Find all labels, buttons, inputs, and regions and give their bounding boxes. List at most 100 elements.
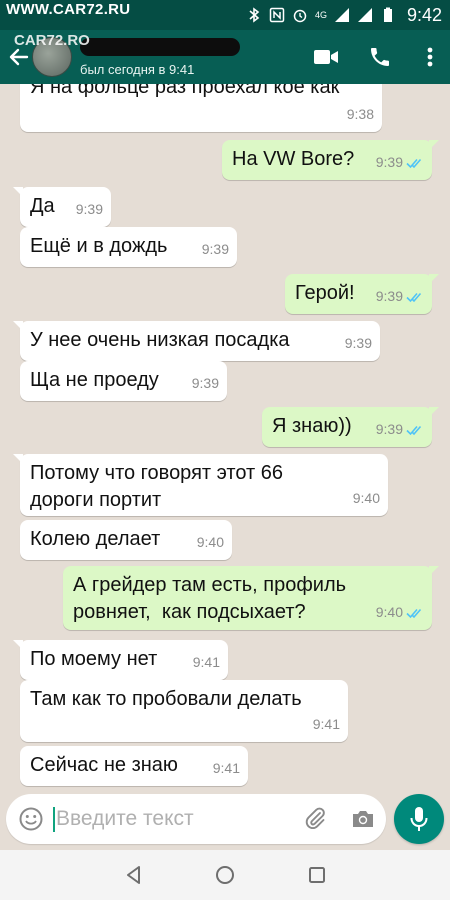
watermark-logo: CAR72.RO [14,32,90,49]
message-in[interactable]: Колею делает 9:40 [20,520,232,560]
android-nav-bar [0,850,450,900]
message-time: 9:38 [346,106,374,122]
message-meta: 9:39 [76,196,103,223]
message-time: 9:40 [196,534,224,550]
message-in[interactable]: Потому что говорят этот 66 дороги портит… [13,454,388,516]
chat-header: CAR72.RO был сегодня в 9:41 [0,30,450,84]
bubble-tail [429,140,439,150]
message-input-container[interactable] [6,794,386,844]
message-time: 9:39 [375,288,403,304]
contact-name-redacted[interactable] [80,38,240,56]
message-text: У нее очень низкая посадка [30,329,290,351]
mic-button[interactable] [394,794,444,844]
message-meta: 9:39 [376,149,424,176]
message-text: Я на фольце раз проехал кое как [30,84,340,98]
message-time: 9:39 [344,335,372,351]
message-time: 9:39 [375,154,403,170]
message-in[interactable]: Я на фольце раз проехал кое как 9:38 [20,84,382,132]
message-meta: 9:39 [192,370,219,397]
nav-back-icon[interactable] [122,863,146,887]
message-text: Герой! [295,282,355,304]
watermark: WWW.CAR72.RU [6,1,131,18]
message-text: Да [30,195,55,217]
alarm-icon [292,7,308,23]
message-meta: 9:40 [376,599,424,626]
message-text: По моему нет [30,648,158,670]
bubble-tail [429,566,439,576]
emoji-icon[interactable] [18,806,44,832]
bubble-tail [13,454,23,464]
signal-icon [334,7,350,23]
bluetooth-icon [246,7,262,23]
signal-2-icon [357,7,373,23]
status-icons: 4G 9:42 [246,4,442,26]
message-time: 9:41 [312,716,340,732]
message-input[interactable] [56,804,296,834]
message-meta: 9:40 [353,485,380,512]
message-time: 9:39 [75,201,103,217]
message-text: Ещё и в дождь [30,235,168,257]
network-icon: 4G [314,10,327,20]
status-bar: WWW.CAR72.RU 4G 9:42 [0,0,450,30]
message-meta: 9:39 [202,236,229,263]
bubble-tail [429,407,439,417]
message-in[interactable]: Там как то пробовали делать 9:41 [20,680,348,742]
read-ticks-icon [406,608,422,618]
camera-icon[interactable] [350,806,376,832]
bubble-tail [13,187,23,197]
message-text: А грейдер там есть, профиль ровняет, как… [73,574,347,623]
message-time: 9:40 [375,604,403,620]
attach-icon[interactable] [303,806,329,832]
message-in[interactable]: Сейчас не знаю 9:41 [20,746,248,786]
message-meta: 9:39 [376,283,424,310]
message-out[interactable]: На VW Bore? 9:39 [222,140,439,180]
message-time: 9:40 [352,490,380,506]
nav-home-icon[interactable] [213,863,237,887]
phone-icon[interactable] [366,43,394,71]
message-time: 9:39 [191,375,219,391]
message-meta: 9:39 [345,330,372,357]
bubble-tail [13,640,23,650]
message-text: На VW Bore? [232,148,355,170]
message-out[interactable]: Герой! 9:39 [285,274,439,314]
message-meta: 9:41 [193,649,220,676]
nfc-icon [269,7,285,23]
message-list[interactable]: Я на фольце раз проехал кое как 9:38 На … [0,84,450,788]
read-ticks-icon [406,425,422,435]
message-in[interactable]: Ща не проеду 9:39 [20,361,227,401]
message-text: Ща не проеду [30,369,159,391]
message-text: Колею делает [30,528,161,550]
message-in[interactable]: По моему нет 9:41 [13,640,228,680]
battery-icon [380,7,396,23]
nav-recents-icon[interactable] [305,863,329,887]
message-out[interactable]: А грейдер там есть, профиль ровняет, как… [63,566,439,630]
bubble-tail [13,321,23,331]
message-meta: 9:41 [213,755,240,782]
message-time: 9:41 [192,654,220,670]
message-text: Я знаю)) [272,415,352,437]
video-call-icon[interactable] [312,43,340,71]
text-cursor [53,807,55,832]
message-meta: 9:38 [347,101,374,128]
bubble-tail [429,274,439,284]
read-ticks-icon [406,158,422,168]
message-text: Потому что говорят этот 66 дороги портит [30,462,283,511]
message-time: 9:41 [212,760,240,776]
message-in[interactable]: Ещё и в дождь 9:39 [20,227,237,267]
read-ticks-icon [406,292,422,302]
composer [0,788,450,850]
message-text: Сейчас не знаю [30,754,178,776]
message-meta: 9:41 [313,711,340,738]
last-seen-status: был сегодня в 9:41 [80,62,195,77]
clock: 9:42 [406,4,442,25]
message-out[interactable]: Я знаю)) 9:39 [262,407,439,447]
message-time: 9:39 [201,241,229,257]
mic-icon [410,807,428,831]
message-in[interactable]: У нее очень низкая посадка 9:39 [13,321,380,361]
more-vert-icon[interactable] [416,43,444,71]
message-meta: 9:40 [197,529,224,556]
message-in[interactable]: Да 9:39 [13,187,111,227]
message-time: 9:39 [375,421,403,437]
message-text: Там как то пробовали делать [30,688,302,710]
message-meta: 9:39 [376,416,424,443]
